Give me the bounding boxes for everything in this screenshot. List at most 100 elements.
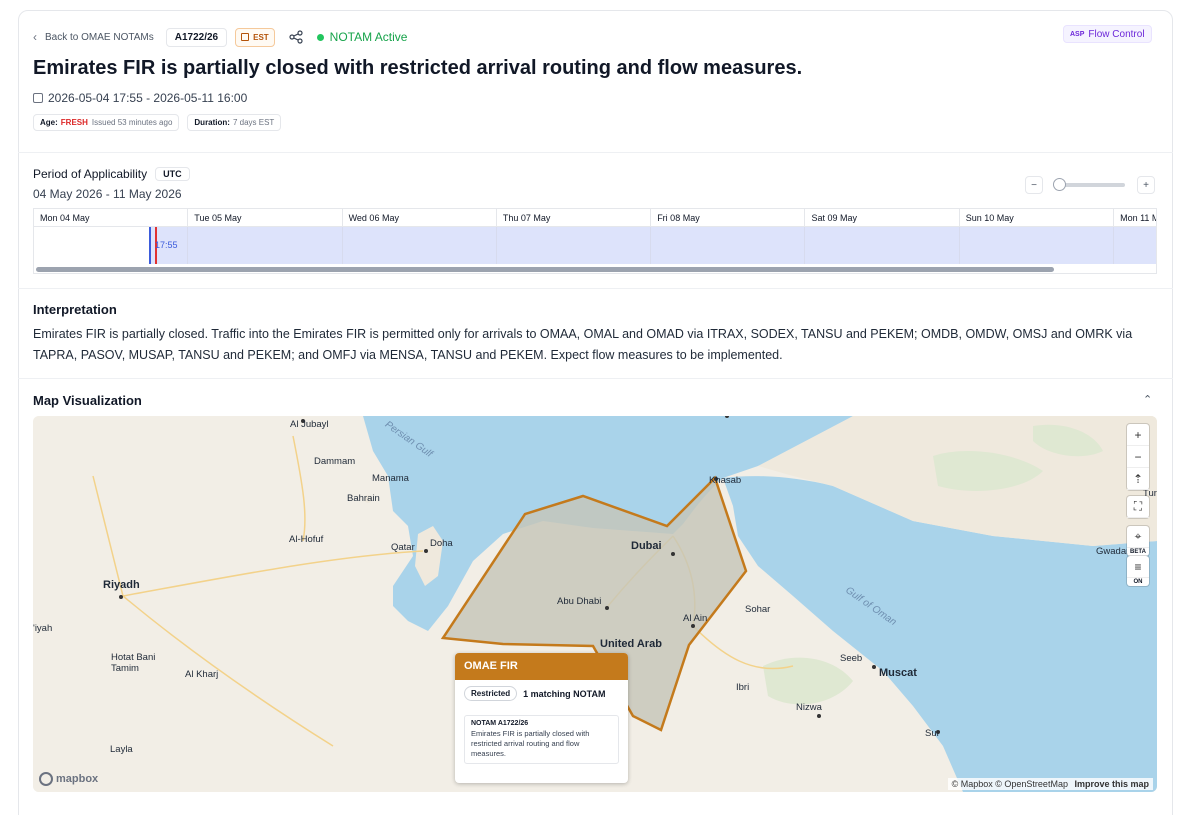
mapbox-logo[interactable]: mapbox	[39, 772, 98, 786]
duration-key: Duration:	[194, 118, 230, 127]
city-label: Layla	[110, 744, 133, 755]
timeline-header: Mon 04 May Tue 05 May Wed 06 May Thu 07 May…	[34, 209, 1156, 227]
status-label: NOTAM Active	[329, 30, 408, 44]
timeline-day-label: Sat 09 May	[805, 209, 960, 227]
age-key: Age:	[40, 118, 58, 127]
popup-summary: Restricted 1 matching NOTAM	[464, 686, 619, 701]
layers-icon[interactable]: ≡	[1127, 556, 1149, 578]
timeline-day-label: Thu 07 May	[497, 209, 652, 227]
layers-control: ≡ ON	[1127, 556, 1149, 586]
city-label: United Arab	[600, 638, 662, 650]
zoom-out-button[interactable]: −	[1025, 176, 1043, 194]
divider	[18, 288, 1173, 289]
city-label: Ibri	[736, 682, 750, 693]
city-label: Qatar	[391, 542, 415, 553]
timeline-day-cell	[1114, 227, 1156, 264]
on-label: ON	[1133, 579, 1143, 585]
chevron-left-icon: ‹	[33, 30, 37, 44]
city-label: Khasab	[709, 475, 742, 486]
flow-control-badge[interactable]: ASP Flow Control	[1063, 25, 1152, 43]
divider	[18, 152, 1173, 153]
zoom-out-icon[interactable]: −	[1127, 446, 1149, 468]
calendar-icon	[33, 93, 43, 103]
timeline-day-cell	[651, 227, 806, 264]
city-label: Al Jubayl	[290, 419, 329, 430]
age-value: FRESH	[60, 118, 88, 127]
map-popup: OMAE FIR Restricted 1 matching NOTAM NOT…	[455, 653, 628, 783]
chevron-up-icon[interactable]: ⌃	[1143, 393, 1152, 406]
share-icon[interactable]	[289, 30, 303, 44]
timeline-day-label: Mon 04 May	[34, 209, 189, 227]
city-label: Manama	[372, 473, 409, 484]
duration-value: 7 days EST	[232, 118, 275, 127]
city-label: Doha	[430, 538, 453, 549]
city-label: Gwadar	[1096, 546, 1130, 557]
calendar-icon	[241, 33, 250, 41]
city-label: Riyadh	[103, 579, 140, 591]
popup-notam-card[interactable]: NOTAM A1722/26 Emirates FIR is partially…	[464, 715, 619, 764]
attribution-osm[interactable]: © OpenStreetMap	[995, 779, 1068, 789]
timeline-day-label: Mon 11 May	[1114, 209, 1156, 227]
period-label: Period of Applicability	[33, 167, 148, 181]
timezone-toggle[interactable]: UTC	[155, 167, 190, 181]
date-range-text: 2026-05-04 17:55 - 2026-05-11 16:00	[48, 91, 248, 105]
matching-count: 1 matching NOTAM	[523, 688, 606, 699]
duration-chip: Duration: 7 days EST	[187, 114, 282, 131]
est-label: EST	[253, 32, 269, 42]
asp-label: ASP	[1070, 30, 1085, 38]
city-label: Sohar	[745, 604, 771, 615]
issued-text: Issued 53 minutes ago	[91, 118, 173, 127]
timeline-day-cell	[188, 227, 343, 264]
map-attribution: © Mapbox © OpenStreetMap Improve this ma…	[947, 778, 1153, 790]
timeline-day-label: Sun 10 May	[960, 209, 1115, 227]
divider	[18, 378, 1173, 379]
locate-icon[interactable]: ⌖	[1127, 526, 1149, 548]
status-indicator: NOTAM Active	[316, 30, 408, 44]
map-visualization[interactable]: Persian Gulf Gulf of Oman Al Jubayl Damm…	[33, 416, 1157, 792]
status-dot	[316, 33, 324, 41]
zoom-slider[interactable]	[1053, 178, 1125, 191]
city-label: Sur	[925, 728, 940, 739]
timeline-scrollbar[interactable]	[36, 267, 1054, 272]
date-range: 2026-05-04 17:55 - 2026-05-11 16:00	[33, 91, 247, 105]
mapbox-logo-icon	[39, 772, 53, 786]
locate-control: ⌖ BETA	[1127, 526, 1149, 556]
timeline-day-cell	[960, 227, 1115, 264]
city-label: 'iyah	[33, 623, 53, 634]
timeline-zoom: − +	[1025, 176, 1155, 194]
start-time-label: 17:55	[155, 240, 178, 250]
city-label: Seeb	[840, 653, 863, 664]
map-zoom-controls: + − ⇡	[1127, 424, 1149, 490]
meta-row: Age: FRESH Issued 53 minutes ago Duratio…	[33, 114, 289, 131]
attribution-mapbox[interactable]: © Mapbox	[952, 779, 993, 789]
slider-knob[interactable]	[1053, 178, 1066, 191]
header-bar: ‹ Back to OMAE NOTAMs A1722/26 EST NOTAM…	[33, 27, 407, 47]
zoom-in-button[interactable]: +	[1137, 176, 1155, 194]
city-label: Al Kharj	[185, 669, 219, 680]
city-label: Bahrain	[347, 493, 380, 504]
beta-label: BETA	[1130, 549, 1146, 555]
fullscreen-control: ⛶	[1127, 496, 1149, 518]
popup-title: OMAE FIR	[455, 653, 628, 680]
interpretation-title: Interpretation	[33, 302, 117, 317]
timeline-day-cell	[805, 227, 960, 264]
period-range: 04 May 2026 - 11 May 2026	[33, 187, 182, 201]
city-label: Al Ain	[683, 613, 708, 624]
zoom-in-icon[interactable]: +	[1127, 424, 1149, 446]
period-heading: Period of Applicability UTC	[33, 167, 190, 181]
flow-control-label: Flow Control	[1088, 28, 1145, 40]
timeline-day-cell	[497, 227, 652, 264]
back-link[interactable]: ‹ Back to OMAE NOTAMs	[33, 30, 154, 44]
map-title: Map Visualization	[33, 393, 142, 408]
back-label: Back to OMAE NOTAMs	[45, 31, 154, 43]
city-label: Abu Dhabi	[557, 596, 602, 607]
timeline-day-cell	[343, 227, 497, 264]
est-badge: EST	[235, 27, 275, 47]
city-label: Nizwa	[796, 702, 822, 713]
fullscreen-icon[interactable]: ⛶	[1127, 496, 1149, 518]
mapbox-logo-text: mapbox	[56, 773, 99, 785]
timeline[interactable]: Mon 04 May Tue 05 May Wed 06 May Thu 07 May…	[33, 208, 1157, 274]
compass-icon[interactable]: ⇡	[1127, 468, 1149, 490]
city-label: Muscat	[879, 667, 917, 679]
improve-map-link[interactable]: Improve this map	[1074, 779, 1149, 789]
